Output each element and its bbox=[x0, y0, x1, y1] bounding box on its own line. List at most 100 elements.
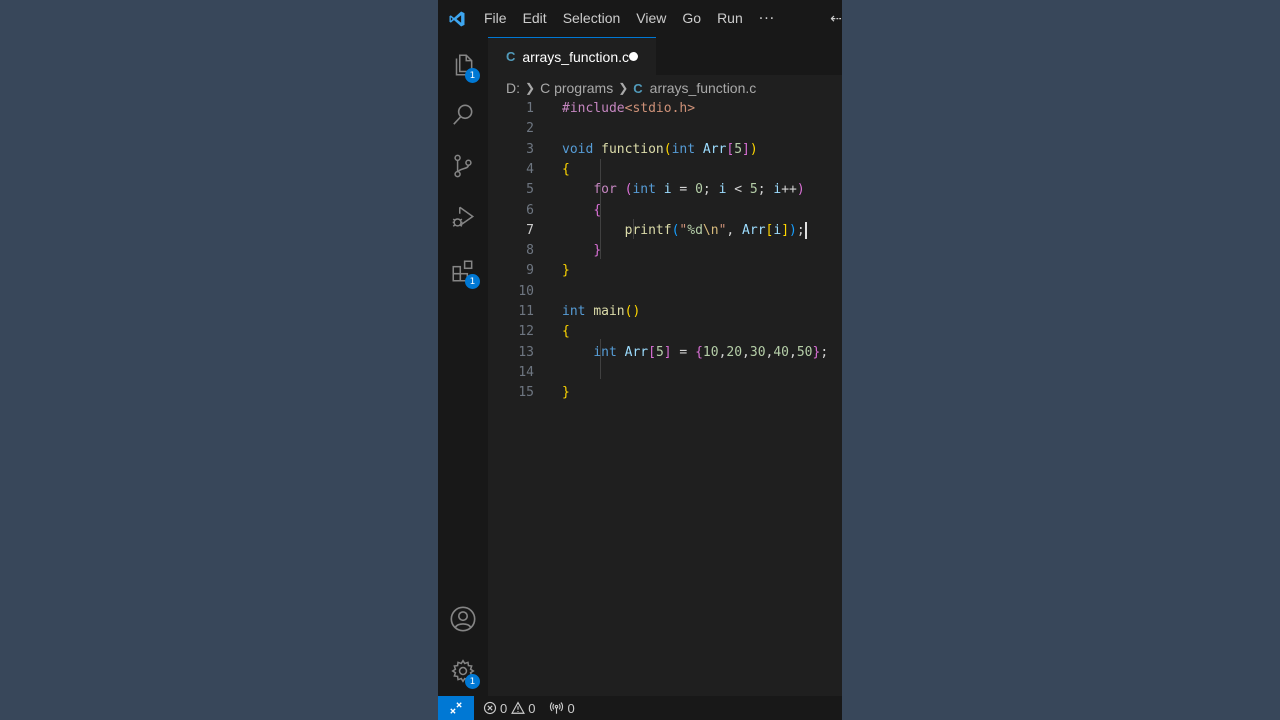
line-number: 15 bbox=[518, 385, 534, 401]
code-line[interactable]: 6 { bbox=[488, 201, 842, 221]
status-bar: 0 0 0 bbox=[438, 696, 842, 720]
code-token: Arr bbox=[624, 344, 649, 360]
c-file-icon: C bbox=[506, 49, 516, 64]
code-text: } bbox=[562, 383, 570, 403]
run-debug-button[interactable] bbox=[438, 193, 488, 241]
code-token: 40 bbox=[773, 344, 790, 360]
code-text: } bbox=[562, 241, 601, 261]
breadcrumb-file[interactable]: arrays_function.c bbox=[650, 80, 757, 96]
code-line[interactable]: 10 bbox=[488, 282, 842, 302]
unsaved-dot-icon[interactable] bbox=[629, 52, 638, 61]
code-line[interactable]: 12 { bbox=[488, 322, 842, 342]
menu-go[interactable]: Go bbox=[674, 0, 709, 37]
manage-button[interactable]: 1 bbox=[438, 647, 488, 695]
code-token: i bbox=[773, 182, 782, 198]
code-token: ++ bbox=[781, 182, 797, 198]
line-number: 9 bbox=[526, 263, 534, 279]
search-icon bbox=[453, 104, 473, 125]
remote-icon bbox=[450, 702, 462, 714]
source-control-icon bbox=[454, 154, 472, 178]
code-text: { bbox=[562, 322, 570, 342]
code-line[interactable]: 3 void function(int Arr[5]) bbox=[488, 140, 842, 160]
warning-count: 0 bbox=[528, 700, 536, 716]
code-text: void function(int Arr[5]) bbox=[562, 140, 758, 160]
breadcrumb-drive[interactable]: D: bbox=[506, 80, 520, 96]
menu-view[interactable]: View bbox=[628, 0, 674, 37]
c-file-icon: C bbox=[633, 80, 643, 96]
code-line[interactable]: 5 for (int i = 0; i < 5; i++) bbox=[488, 180, 842, 200]
code-line[interactable]: 8 } bbox=[488, 241, 842, 261]
line-number: 8 bbox=[526, 243, 534, 259]
accounts-button[interactable] bbox=[438, 595, 488, 643]
line-number: 12 bbox=[518, 324, 534, 340]
tab-label: arrays_function.c bbox=[522, 48, 629, 65]
code-text: for (int i = 0; i < 5; i++) bbox=[562, 180, 804, 200]
code-token: main bbox=[593, 304, 625, 319]
search-button[interactable] bbox=[438, 91, 488, 139]
explorer-button[interactable]: 1 bbox=[438, 41, 488, 89]
code-text: int main() bbox=[562, 302, 640, 322]
menu-file[interactable]: File bbox=[476, 0, 515, 37]
code-token: ; bbox=[702, 182, 719, 198]
ports-button[interactable]: 0 bbox=[549, 701, 575, 716]
menu-edit[interactable]: Edit bbox=[515, 0, 555, 37]
line-number: 11 bbox=[518, 304, 534, 319]
code-token: = bbox=[671, 344, 696, 360]
line-number: 14 bbox=[518, 364, 534, 380]
line-number: 7 bbox=[526, 222, 534, 238]
extensions-button[interactable]: 1 bbox=[438, 247, 488, 295]
run-debug-icon bbox=[452, 206, 475, 227]
code-token: ] bbox=[742, 141, 750, 157]
menu-selection[interactable]: Selection bbox=[555, 0, 629, 37]
tab-arrays-function[interactable]: C arrays_function.c bbox=[488, 37, 656, 75]
code-token: { bbox=[695, 344, 703, 360]
code-token: void bbox=[562, 141, 594, 157]
line-number: 4 bbox=[526, 161, 534, 177]
more-menu-button[interactable]: ··· bbox=[751, 11, 783, 27]
code-line[interactable]: 2 bbox=[488, 119, 842, 139]
code-token: 0 bbox=[695, 182, 703, 198]
account-icon bbox=[450, 606, 476, 632]
code-line[interactable]: 7 printf("%d\n", Arr[i]); bbox=[488, 221, 842, 241]
source-control-button[interactable] bbox=[438, 142, 488, 190]
warning-icon bbox=[511, 701, 526, 714]
problems-button[interactable]: 0 0 bbox=[483, 701, 535, 716]
line-number: 13 bbox=[518, 344, 534, 360]
code-line[interactable]: 13 int Arr[5] = {10,20,30,40,50}; bbox=[488, 343, 842, 363]
remote-button[interactable] bbox=[438, 696, 474, 720]
navigate-back-icon[interactable]: ⇠ bbox=[830, 11, 842, 27]
activity-bar: 1 1 1 bbox=[438, 37, 488, 696]
code-line[interactable]: 4{ bbox=[488, 160, 842, 180]
code-token: int bbox=[562, 304, 586, 319]
code-line[interactable]: 9} bbox=[488, 261, 842, 281]
code-line[interactable]: 14 bbox=[488, 363, 842, 383]
code-token: { bbox=[593, 202, 602, 218]
code-line[interactable]: 1 #include<stdio.h> bbox=[488, 99, 842, 119]
code-token: } bbox=[562, 385, 570, 401]
code-token: 5 bbox=[655, 344, 664, 360]
breadcrumb-folder[interactable]: C programs bbox=[540, 80, 613, 96]
code-token: Arr bbox=[742, 222, 766, 238]
code-token: ] bbox=[781, 222, 790, 238]
code-line[interactable]: 11 int main() bbox=[488, 302, 842, 322]
code-token: 10 bbox=[702, 344, 719, 360]
code-token: 50 bbox=[796, 344, 813, 360]
code-token: { bbox=[562, 324, 570, 340]
code-token: ; bbox=[820, 344, 829, 360]
code-token: < bbox=[726, 182, 750, 198]
code-token: #include bbox=[562, 101, 625, 116]
code-token: , bbox=[789, 344, 797, 360]
code-token: <stdio.h> bbox=[624, 101, 696, 116]
code-token: () bbox=[624, 304, 641, 319]
code-line[interactable]: 15} bbox=[488, 383, 842, 403]
line-number: 10 bbox=[518, 283, 534, 299]
menu-run[interactable]: Run bbox=[709, 0, 751, 37]
code-editor[interactable]: 1 #include<stdio.h> 2 3 void function(int Ar… bbox=[488, 99, 842, 696]
